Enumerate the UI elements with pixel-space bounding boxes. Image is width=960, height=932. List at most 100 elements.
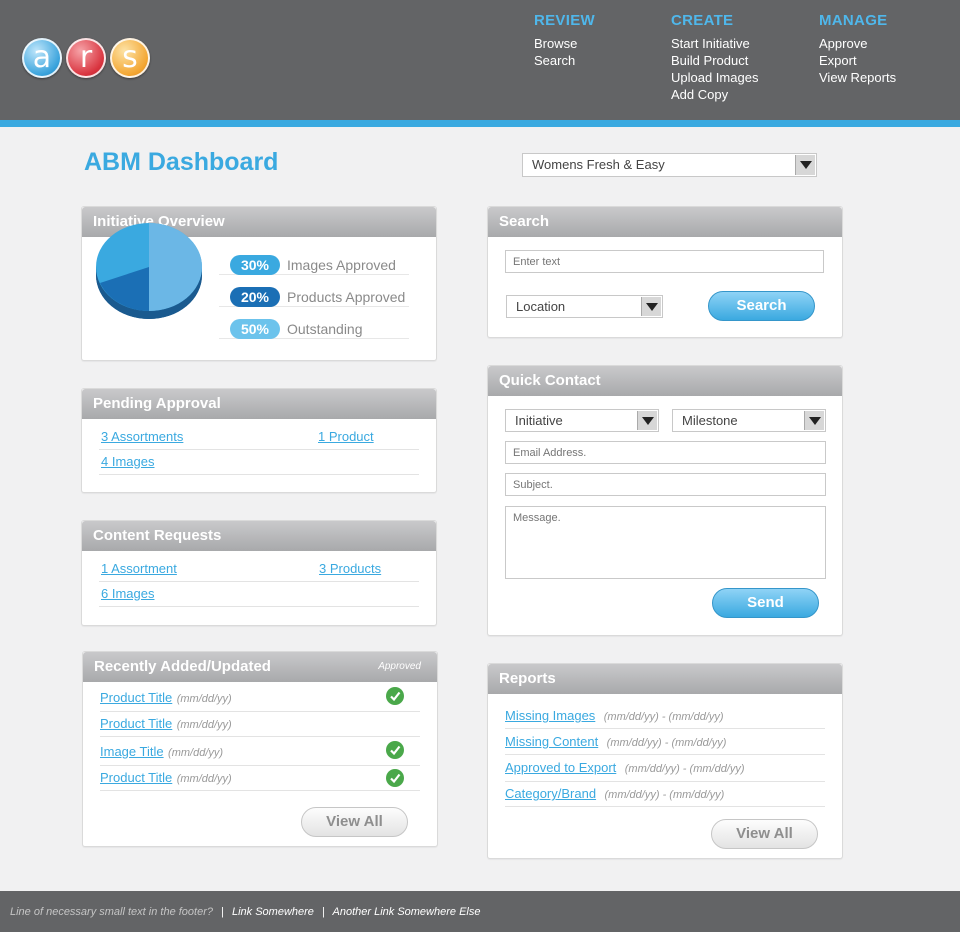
row-divider	[99, 581, 419, 582]
row-divider	[100, 736, 420, 737]
logo-letter-r: r	[66, 38, 106, 78]
nav-link-approve[interactable]: Approve	[819, 35, 896, 52]
nav-link-add-copy[interactable]: Add Copy	[671, 86, 758, 103]
item-date: (mm/dd/yy)	[176, 773, 232, 785]
search-button[interactable]: Search	[708, 291, 815, 321]
reports-title: Reports	[488, 664, 842, 694]
item-date: (mm/dd/yy)	[168, 747, 224, 759]
item-title-link[interactable]: Product Title	[100, 690, 172, 705]
footer: Line of necessary small text in the foot…	[0, 891, 960, 932]
search-panel: Search Location Search	[487, 206, 843, 338]
location-select[interactable]: Location	[506, 295, 663, 318]
milestone-select[interactable]: Milestone	[672, 409, 826, 432]
row-divider	[505, 754, 825, 755]
footer-link-somewhere-else[interactable]: Another Link Somewhere Else	[333, 906, 481, 918]
report-link[interactable]: Missing Content	[505, 734, 598, 749]
brand-select[interactable]: Womens Fresh & Easy	[522, 153, 817, 177]
search-input[interactable]	[505, 250, 824, 273]
nav-link-export[interactable]: Export	[819, 52, 896, 69]
reports-view-all-button[interactable]: View All	[711, 819, 818, 849]
nav-link-browse[interactable]: Browse	[534, 35, 595, 52]
nav-manage-title: MANAGE	[819, 12, 888, 29]
stat-pill: 30%	[230, 255, 280, 275]
item-title-link[interactable]: Image Title	[100, 744, 164, 759]
email-field[interactable]	[505, 441, 826, 464]
item-date: (mm/dd/yy)	[176, 719, 232, 731]
report-row: Missing Content (mm/dd/yy) - (mm/dd/yy)	[505, 733, 726, 751]
report-link[interactable]: Category/Brand	[505, 786, 596, 801]
pending-product-link[interactable]: 1 Product	[318, 429, 374, 444]
report-link[interactable]: Missing Images	[505, 708, 595, 723]
logo-letter-s: s	[110, 38, 150, 78]
recent-view-all-button[interactable]: View All	[301, 807, 408, 837]
approved-check-icon	[386, 769, 404, 787]
list-item: Product Title (mm/dd/yy)	[100, 715, 232, 733]
nav-link-search[interactable]: Search	[534, 52, 595, 69]
footer-separator: |	[321, 906, 325, 918]
pending-approval-panel: Pending Approval 3 Assortments 1 Product…	[81, 388, 437, 493]
row-divider	[99, 606, 419, 607]
content-requests-panel: Content Requests 1 Assortment 3 Products…	[81, 520, 437, 626]
send-button[interactable]: Send	[712, 588, 819, 618]
report-date-range: (mm/dd/yy) - (mm/dd/yy)	[604, 789, 725, 801]
stat-label: Outstanding	[287, 321, 363, 337]
row-divider	[505, 781, 825, 782]
approved-check-icon	[386, 741, 404, 759]
message-field[interactable]	[505, 506, 826, 579]
pending-images-link[interactable]: 4 Images	[101, 454, 154, 469]
stat-outstanding: 50% Outstanding	[219, 309, 409, 339]
row-divider	[99, 474, 419, 475]
recently-added-title: Recently Added/Updated	[94, 658, 271, 675]
ars-logo[interactable]: a r s	[22, 38, 152, 78]
report-link[interactable]: Approved to Export	[505, 760, 616, 775]
list-item: Image Title (mm/dd/yy)	[100, 743, 223, 761]
request-assortment-link[interactable]: 1 Assortment	[101, 561, 177, 576]
item-date: (mm/dd/yy)	[176, 693, 232, 705]
nav-link-start-initiative[interactable]: Start Initiative	[671, 35, 758, 52]
footer-link-somewhere[interactable]: Link Somewhere	[232, 906, 314, 918]
stat-label: Images Approved	[287, 257, 396, 273]
nav-manage: MANAGE Approve Export View Reports	[819, 12, 896, 86]
pending-assortments-link[interactable]: 3 Assortments	[101, 429, 183, 444]
footer-text: Line of necessary small text in the foot…	[10, 906, 213, 918]
approved-column-label: Approved	[378, 661, 421, 672]
nav-link-view-reports[interactable]: View Reports	[819, 69, 896, 86]
row-divider	[505, 728, 825, 729]
subject-field[interactable]	[505, 473, 826, 496]
report-row: Missing Images (mm/dd/yy) - (mm/dd/yy)	[505, 707, 724, 725]
row-divider	[100, 790, 420, 791]
initiative-select[interactable]: Initiative	[505, 409, 659, 432]
report-date-range: (mm/dd/yy) - (mm/dd/yy)	[606, 737, 727, 749]
pending-approval-title: Pending Approval	[82, 389, 436, 419]
search-panel-title: Search	[488, 207, 842, 237]
row-divider	[505, 806, 825, 807]
request-images-link[interactable]: 6 Images	[101, 586, 154, 601]
location-select-value: Location	[516, 299, 566, 314]
stat-pill: 50%	[230, 319, 280, 339]
nav-review: REVIEW Browse Search	[534, 12, 595, 69]
nav-link-upload-images[interactable]: Upload Images	[671, 69, 758, 86]
item-title-link[interactable]: Product Title	[100, 770, 172, 785]
item-title-link[interactable]: Product Title	[100, 716, 172, 731]
pie-chart-icon	[96, 223, 202, 319]
logo-letter-a: a	[22, 38, 62, 78]
stat-label: Products Approved	[287, 289, 406, 305]
nav-link-build-product[interactable]: Build Product	[671, 52, 758, 69]
report-date-range: (mm/dd/yy) - (mm/dd/yy)	[624, 763, 745, 775]
row-divider	[99, 449, 419, 450]
recently-added-header: Recently Added/Updated Approved	[83, 652, 437, 682]
header-accent-bar	[0, 120, 960, 127]
footer-separator: |	[221, 906, 224, 918]
report-row: Approved to Export (mm/dd/yy) - (mm/dd/y…	[505, 759, 745, 777]
dropdown-arrow-icon	[637, 411, 657, 430]
row-divider	[100, 711, 420, 712]
brand-select-value: Womens Fresh & Easy	[532, 157, 665, 172]
dropdown-arrow-icon	[804, 411, 824, 430]
request-products-link[interactable]: 3 Products	[319, 561, 381, 576]
list-item: Product Title (mm/dd/yy)	[100, 689, 232, 707]
content-requests-title: Content Requests	[82, 521, 436, 551]
recently-added-panel: Recently Added/Updated Approved Product …	[82, 651, 438, 847]
top-header: a r s REVIEW Browse Search CREATE Start …	[0, 0, 960, 120]
report-date-range: (mm/dd/yy) - (mm/dd/yy)	[603, 711, 724, 723]
initiative-select-value: Initiative	[515, 413, 563, 428]
